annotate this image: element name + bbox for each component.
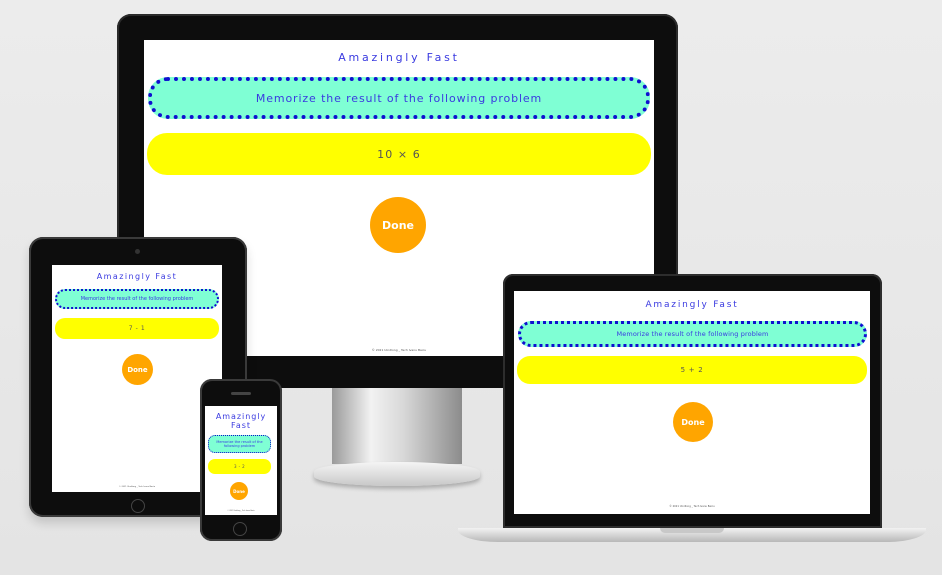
phone-screen: Amazingly Fast Memorize the result of th… [205,406,277,515]
desktop-stand-base [314,462,480,486]
instruction-box: Memorize the result of the following pro… [208,435,271,453]
desktop-stand-neck [332,388,462,464]
problem-box: 7 - 1 [55,318,219,339]
laptop-screen: Amazingly Fast Memorize the result of th… [514,291,870,514]
footer-text: © 2021 Uindlong _ Tech Ivanu Baciu [669,505,715,508]
instruction-box: Memorize the result of the following pro… [55,289,219,309]
phone-home-button [233,522,247,536]
phone-page: Amazingly Fast Memorize the result of th… [205,406,277,515]
done-button[interactable]: Done [673,402,713,442]
done-button[interactable]: Done [122,354,153,385]
tablet-screen: Amazingly Fast Memorize the result of th… [52,265,222,492]
page-title: Amazingly Fast [338,51,460,64]
laptop-page: Amazingly Fast Memorize the result of th… [514,291,870,514]
tablet-home-button [131,499,145,513]
page-title: Amazingly Fast [96,272,178,281]
laptop-notch [660,528,724,533]
tablet-page: Amazingly Fast Memorize the result of th… [52,265,222,492]
instruction-box: Memorize the result of the following pro… [148,77,650,119]
problem-box: 5 + 2 [517,356,867,384]
phone-speaker [231,392,251,395]
page-title: Amazingly Fast [645,300,739,310]
done-button[interactable]: Done [370,197,426,253]
footer-text: © 2021 Uindlong _ Tech Ivanu Baciu [227,511,255,512]
problem-box: 10 × 6 [147,133,651,175]
footer-text: © 2021 Uindlong _ Tech Ivanu Baciu [118,486,156,488]
problem-box: 3 - 2 [208,459,271,474]
tablet-camera [135,249,140,254]
page-title: Amazingly Fast [215,412,267,430]
done-button[interactable]: Done [230,482,248,500]
instruction-box: Memorize the result of the following pro… [518,321,867,347]
